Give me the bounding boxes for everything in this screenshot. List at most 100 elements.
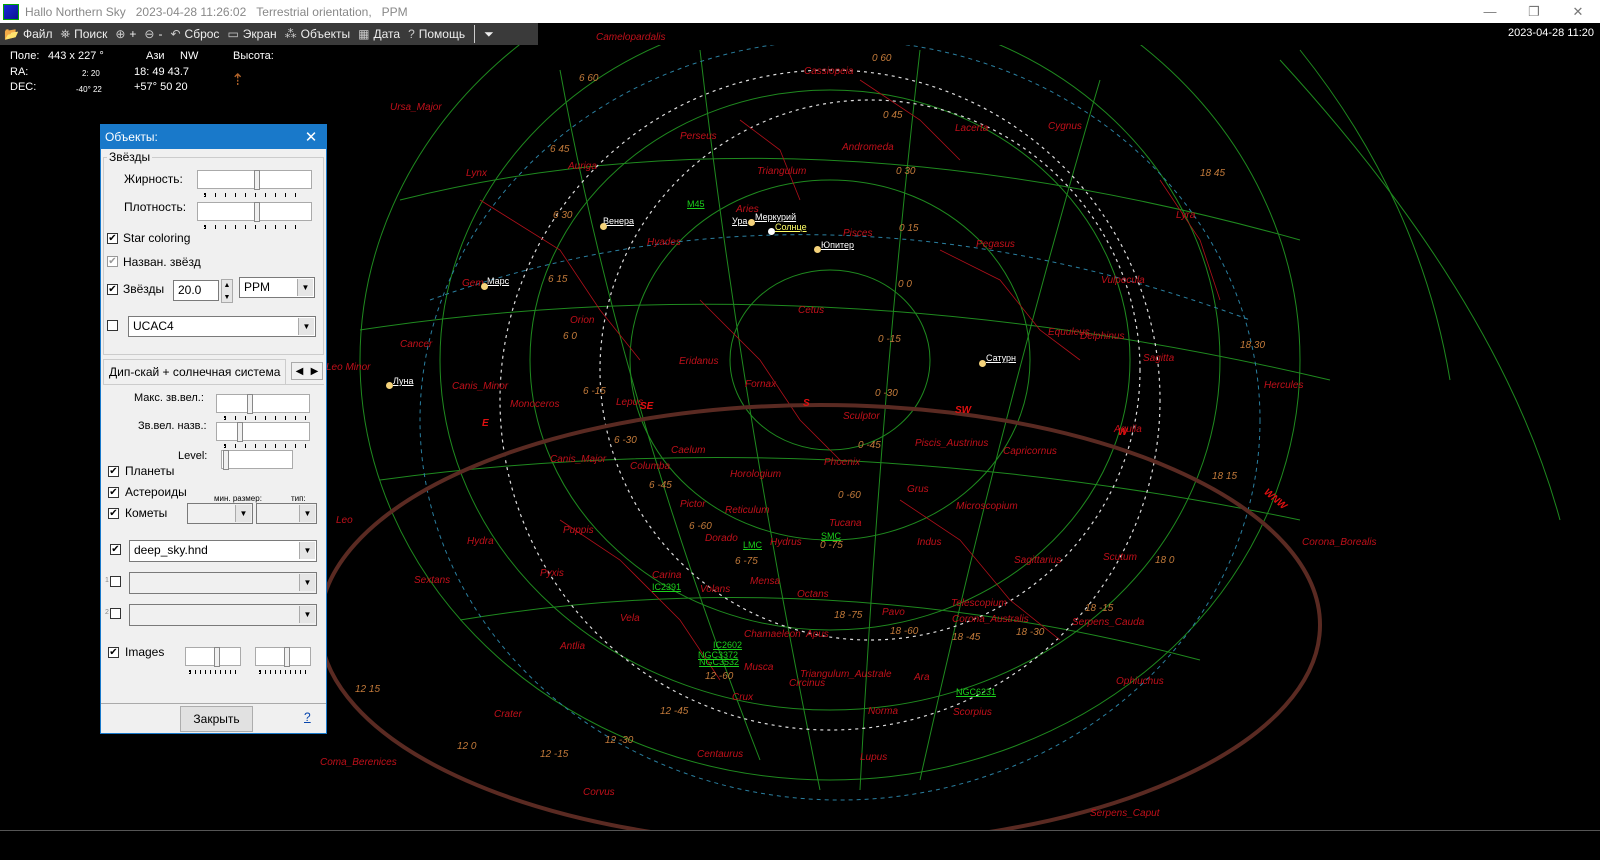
constellation-label: Norma: [868, 706, 899, 717]
close-window-button[interactable]: ✕: [1556, 0, 1600, 23]
deep-sky-label: IC2602: [713, 640, 743, 650]
star-coloring-checkbox[interactable]: ✔: [107, 233, 118, 244]
constellation-label: Reticulum: [725, 505, 770, 516]
help-link[interactable]: ?: [304, 710, 311, 724]
minimize-button[interactable]: —: [1468, 0, 1512, 23]
zoom-in-label: +: [129, 27, 137, 41]
file-button[interactable]: 📂 Файл: [0, 23, 56, 45]
close-dialog-button[interactable]: Закрыть: [180, 706, 253, 732]
field-label: Поле:: [10, 50, 40, 62]
images-checkbox[interactable]: ✔: [108, 647, 119, 658]
stars-checkbox[interactable]: ✔: [107, 284, 118, 295]
level-slider[interactable]: [221, 450, 293, 470]
name-magnitude-slider[interactable]: [216, 422, 310, 442]
toolbar-overflow-button[interactable]: ⏷: [480, 23, 498, 45]
grid-coordinate-label: 0 45: [883, 110, 903, 121]
status-bar: [0, 830, 1600, 860]
constellation-label: Perseus: [680, 131, 717, 142]
constellation-label: Cassiopeia: [804, 66, 854, 77]
slot-2-select[interactable]: ▼: [129, 604, 317, 626]
objects-button[interactable]: ⁂ Объекты: [281, 23, 355, 45]
constellation-label: Fornax: [745, 379, 777, 390]
tab-deep-sky[interactable]: Дип-скай + солнечная система: [103, 359, 286, 385]
images-slider-2[interactable]: [255, 647, 311, 667]
slider-thumb[interactable]: [284, 647, 290, 667]
grid-coordinate-label: 6 15: [548, 274, 568, 285]
constellation-label: Pictor: [680, 499, 706, 510]
planet-marker-icon[interactable]: [748, 219, 755, 226]
constellation-label: Columba: [630, 461, 671, 472]
deep-sky-label: NGC6231: [956, 687, 997, 697]
search-button[interactable]: ⛯ Поиск: [56, 23, 111, 45]
grid-coordinate-label: 6 -15: [583, 386, 606, 397]
slot-1-checkbox[interactable]: [110, 576, 121, 587]
slider-thumb[interactable]: [254, 202, 260, 222]
type-select[interactable]: ▼: [256, 503, 317, 524]
slider-thumb[interactable]: [237, 422, 243, 442]
boldness-slider[interactable]: [197, 170, 312, 190]
images-slider-1[interactable]: [185, 647, 241, 667]
slider-thumb[interactable]: [254, 170, 260, 190]
grid-coordinate-label: 0 -30: [875, 388, 898, 399]
density-slider[interactable]: [197, 202, 312, 222]
arrow-left-icon[interactable]: ◀: [296, 366, 304, 377]
ra-small: 2: 20: [82, 69, 100, 78]
star-names-checkbox[interactable]: ✔: [107, 256, 118, 267]
zoom-out-button[interactable]: ⊖ -: [140, 23, 166, 45]
stars-group-label: Звёзды: [107, 150, 153, 164]
constellation-label: Sagitta: [1143, 353, 1175, 364]
min-size-select[interactable]: ▼: [187, 503, 253, 524]
grid-coordinate-label: 0 60: [872, 53, 892, 64]
slot-2-checkbox[interactable]: [110, 608, 121, 619]
grid-coordinate-label: 18 15: [1212, 471, 1238, 482]
azimuth-value: NW: [180, 50, 199, 62]
stars-label: Звёзды: [123, 282, 165, 296]
comets-checkbox[interactable]: ✔: [108, 508, 119, 519]
dialog-header[interactable]: Объекты: ✕: [101, 125, 326, 149]
stars-magnitude-input[interactable]: 20.0: [173, 280, 219, 301]
planet-marker-icon[interactable]: [386, 382, 393, 389]
constellation-label: Pyxis: [540, 568, 564, 579]
help-button[interactable]: ? Помощь: [404, 23, 469, 45]
grid-coordinate-label: 18 45: [1200, 168, 1226, 179]
maximize-button[interactable]: ❐: [1512, 0, 1556, 23]
constellation-label: Leo: [336, 515, 353, 526]
constellation-label: Ara: [914, 672, 930, 683]
max-magnitude-slider[interactable]: [216, 394, 310, 414]
deep-sky-file-select[interactable]: deep_sky.hnd ▼: [129, 540, 317, 562]
grid-coordinate-label: 6 0: [563, 331, 577, 342]
slider-ticks: [259, 670, 309, 674]
screen-button[interactable]: ▭ Экран: [223, 23, 280, 45]
constellation-label: Apus: [806, 629, 829, 640]
constellation-label: Scorpius: [953, 707, 992, 718]
dialog-close-button[interactable]: ✕: [296, 128, 326, 146]
planet-marker-icon[interactable]: [814, 246, 821, 253]
zoom-out-label: -: [158, 27, 163, 41]
max-magnitude-label: Макс. зв.вел.:: [134, 392, 204, 404]
planet-marker-icon[interactable]: [979, 360, 986, 367]
planets-checkbox[interactable]: ✔: [108, 466, 119, 477]
planet-marker-icon[interactable]: [768, 228, 775, 235]
slider-thumb[interactable]: [247, 394, 253, 414]
deep-sky-checkbox[interactable]: ✔: [110, 544, 121, 555]
slider-thumb[interactable]: [214, 647, 220, 667]
planet-marker-icon[interactable]: [600, 223, 607, 230]
ucac-catalog-select[interactable]: UCAC4 ▼: [128, 316, 316, 337]
horizon-line: [318, 403, 1322, 830]
zoom-in-button[interactable]: ⊕ +: [111, 23, 140, 45]
stars-catalog-select[interactable]: PPM ▼: [239, 277, 315, 298]
grid-coordinate-label: 12 0: [457, 741, 477, 752]
reset-button[interactable]: ↶ Сброс: [166, 23, 223, 45]
arrow-right-icon[interactable]: ▶: [311, 366, 319, 377]
constellation-label: Crater: [494, 709, 522, 720]
ucac-checkbox[interactable]: [107, 320, 118, 331]
slider-thumb[interactable]: [223, 450, 229, 470]
planet-marker-icon[interactable]: [481, 283, 488, 290]
magnitude-spinner[interactable]: ▲ ▼: [221, 279, 233, 303]
star-coloring-label: Star coloring: [123, 231, 191, 245]
tab-scroll-buttons[interactable]: ◀ ▶: [291, 362, 323, 380]
slot-1-select[interactable]: ▼: [129, 572, 317, 594]
tab-label: Дип-скай + солнечная система: [109, 365, 281, 379]
date-button[interactable]: ▦ Дата: [354, 23, 404, 45]
asteroids-checkbox[interactable]: ✔: [108, 487, 119, 498]
